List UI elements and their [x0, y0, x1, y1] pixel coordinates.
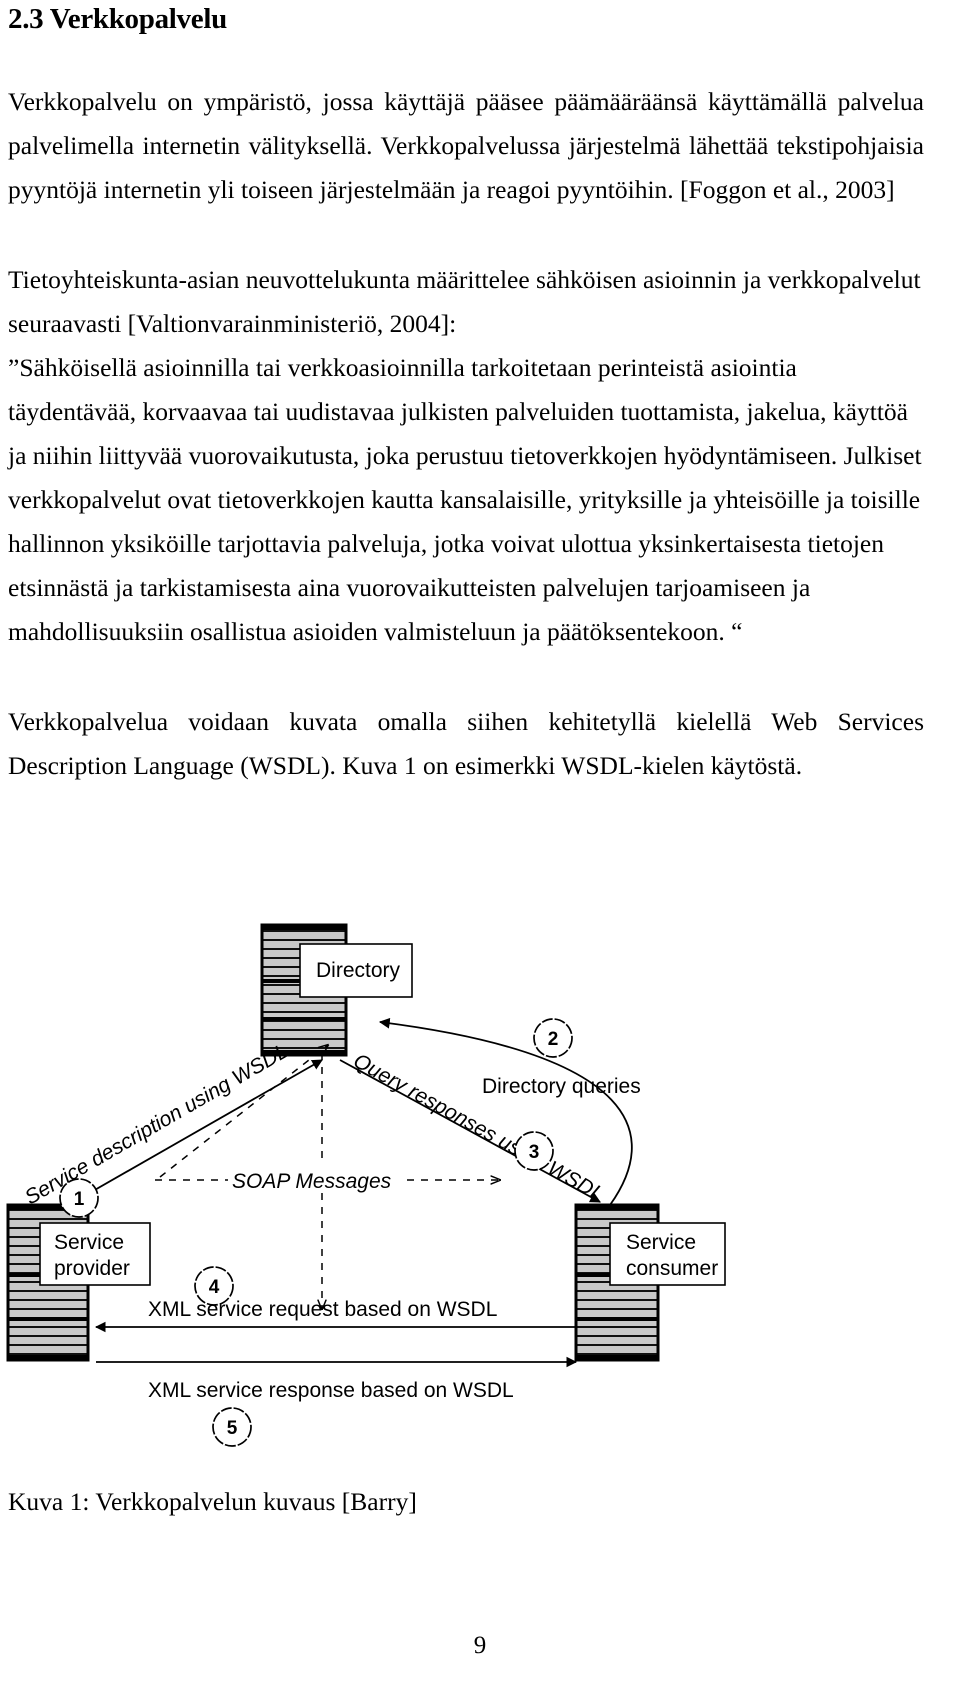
node-service-provider-label-line2: provider	[54, 1257, 130, 1280]
node-service-provider: Service provider	[6, 1203, 151, 1362]
step-number-3: 3	[514, 1131, 554, 1171]
step-number-1-label: 1	[74, 1189, 85, 1210]
page-number: 9	[473, 1632, 487, 1659]
paragraph-definition-lead: Tietoyhteiskunta-asian neuvottelukunta m…	[8, 265, 921, 339]
paragraph-wsdl: Verkkopalvelua voidaan kuvata omalla sii…	[8, 707, 924, 781]
step-number-2: 2	[533, 1018, 573, 1058]
step-number-3-label: 3	[529, 1142, 540, 1163]
text-column: 2.3 Verkkopalvelu Verkkopalvelu on ympär…	[8, 0, 924, 788]
page-title: 2.3 Verkkopalvelu	[8, 3, 227, 35]
edge-xml-response-label: XML service response based on WSDL	[148, 1379, 514, 1402]
step-number-4: 4	[194, 1266, 234, 1306]
node-service-consumer-label-line2: consumer	[626, 1257, 718, 1280]
node-service-consumer: Service consumer	[574, 1203, 726, 1362]
node-service-consumer-label-line1: Service	[626, 1231, 696, 1254]
step-number-5-label: 5	[227, 1418, 238, 1439]
figure-web-service-diagram: Directory Service provider Service consu…	[0, 905, 960, 1475]
node-directory-label: Directory	[316, 959, 401, 982]
paragraph-quote: ”Sähköisellä asioinnilla tai verkkoasioi…	[8, 353, 922, 647]
edge-xml-request-label: XML service request based on WSDL	[148, 1298, 497, 1321]
figure-caption: Kuva 1: Verkkopalvelun kuvaus [Barry]	[8, 1487, 417, 1516]
document-page: 2.3 Verkkopalvelu Verkkopalvelu on ympär…	[0, 0, 960, 1686]
edge-directory-queries-label: Directory queries	[482, 1075, 641, 1098]
step-number-5: 5	[212, 1407, 252, 1447]
step-number-4-label: 4	[209, 1277, 220, 1298]
paragraph-intro: Verkkopalvelu on ympäristö, jossa käyttä…	[8, 87, 924, 205]
step-number-1: 1	[59, 1178, 99, 1218]
diagram-svg: Directory Service provider Service consu…	[6, 923, 726, 1447]
node-directory: Directory	[260, 923, 413, 1057]
step-number-2-label: 2	[548, 1029, 559, 1050]
edge-soap-messages-label: SOAP Messages	[232, 1170, 392, 1193]
node-service-provider-label-line1: Service	[54, 1231, 124, 1254]
